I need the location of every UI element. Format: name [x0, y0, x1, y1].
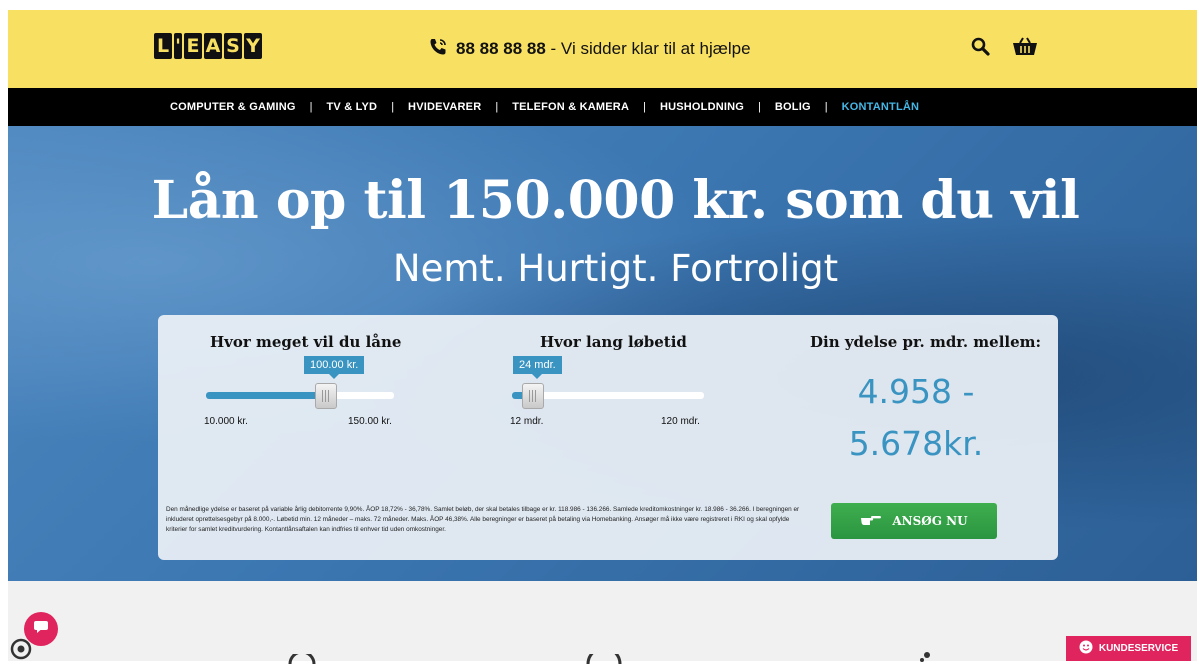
disclaimer-text: Den månedlige ydelse er baseret på varia…	[166, 506, 800, 533]
term-min-label: 12 mdr.	[510, 416, 544, 427]
customer-service-button[interactable]: KUNDESERVICE	[1066, 636, 1191, 661]
nav-item-bolig[interactable]: BOLIG	[775, 101, 811, 113]
nav-item-hvidevarer[interactable]: HVIDEVARER	[408, 101, 481, 113]
nav-separator: |	[391, 101, 395, 113]
amount-slider[interactable]	[206, 383, 394, 409]
logo-letter: Y	[244, 33, 262, 59]
nav-separator: |	[824, 101, 828, 113]
nav-separator: |	[309, 101, 313, 113]
result-line-2: 5.678kr.	[848, 424, 984, 463]
smiley-icon	[1079, 640, 1093, 657]
term-slider-handle[interactable]	[522, 383, 545, 409]
logo-letter: S	[224, 33, 242, 59]
top-icons	[970, 36, 1038, 63]
logo-letter: L	[154, 33, 172, 59]
amount-max-label: 150.00 kr.	[348, 416, 392, 427]
amount-slider-fill	[206, 392, 327, 399]
nav-item-husholdning[interactable]: HUSHOLDNING	[660, 101, 744, 113]
term-slider[interactable]	[512, 383, 704, 409]
term-max-label: 120 mdr.	[661, 416, 700, 427]
feature-icon	[918, 649, 932, 667]
nav-separator: |	[758, 101, 761, 113]
nav-separator: |	[643, 101, 646, 113]
loan-calculator: Hvor meget vil du låne 100.00 kr. 10.000…	[158, 315, 1058, 560]
apply-label: ANSØG NU	[892, 514, 968, 528]
chat-bubble-icon	[33, 620, 49, 639]
amount-min-label: 10.000 kr.	[204, 416, 248, 427]
pointing-hand-icon	[860, 513, 882, 530]
apply-button[interactable]: ANSØG NU	[831, 503, 997, 539]
top-bar: L ' E A S Y 88 88 88 88 - Vi sidder klar…	[8, 10, 1197, 88]
nav-list: COMPUTER & GAMING | TV & LYD | HVIDEVARE…	[170, 88, 919, 126]
phone-contact[interactable]: 88 88 88 88 - Vi sidder klar til at hjæl…	[428, 35, 751, 63]
logo-letter: E	[184, 33, 202, 59]
result-line-1: 4.958 -	[857, 372, 975, 411]
logo-letter: A	[204, 33, 222, 59]
nav-item-tv-lyd[interactable]: TV & LYD	[326, 101, 377, 113]
term-value-bubble: 24 mdr.	[513, 356, 562, 379]
customer-service-label: KUNDESERVICE	[1098, 643, 1179, 654]
nav-item-telefon-kamera[interactable]: TELEFON & KAMERA	[512, 101, 629, 113]
phone-text: 88 88 88 88 - Vi sidder klar til at hjæl…	[456, 39, 751, 59]
phone-number: 88 88 88 88	[456, 39, 546, 58]
amount-title: Hvor meget vil du låne	[210, 333, 402, 351]
result-title: Din ydelse pr. mdr. mellem:	[810, 333, 1042, 351]
hero-title: Lån op til 150.000 kr. som du vil	[151, 170, 1080, 231]
main-nav: COMPUTER & GAMING | TV & LYD | HVIDEVARE…	[8, 88, 1197, 126]
basket-icon[interactable]	[1012, 36, 1038, 63]
logo[interactable]: L ' E A S Y	[154, 33, 262, 59]
nav-item-kontantlan[interactable]: KONTANTLÅN	[842, 101, 920, 113]
amount-value-bubble: 100.00 kr.	[304, 356, 365, 379]
term-title: Hvor lang løbetid	[540, 333, 687, 351]
feature-icon	[288, 650, 316, 669]
search-icon[interactable]	[970, 36, 992, 63]
amount-slider-handle[interactable]	[315, 383, 338, 409]
hero: Lån op til 150.000 kr. som du vil Nemt. …	[8, 126, 1197, 581]
content-area	[8, 581, 1197, 665]
nav-item-computer-gaming[interactable]: COMPUTER & GAMING	[170, 101, 296, 113]
page: L ' E A S Y 88 88 88 88 - Vi sidder klar…	[8, 10, 1197, 665]
logo-letter: '	[174, 33, 182, 59]
phone-icon	[428, 37, 448, 62]
feature-icon	[586, 646, 622, 669]
phone-tagline: - Vi sidder klar til at hjælpe	[545, 39, 751, 58]
nav-separator: |	[495, 101, 499, 113]
hero-subtitle: Nemt. Hurtigt. Fortroligt	[392, 247, 839, 290]
